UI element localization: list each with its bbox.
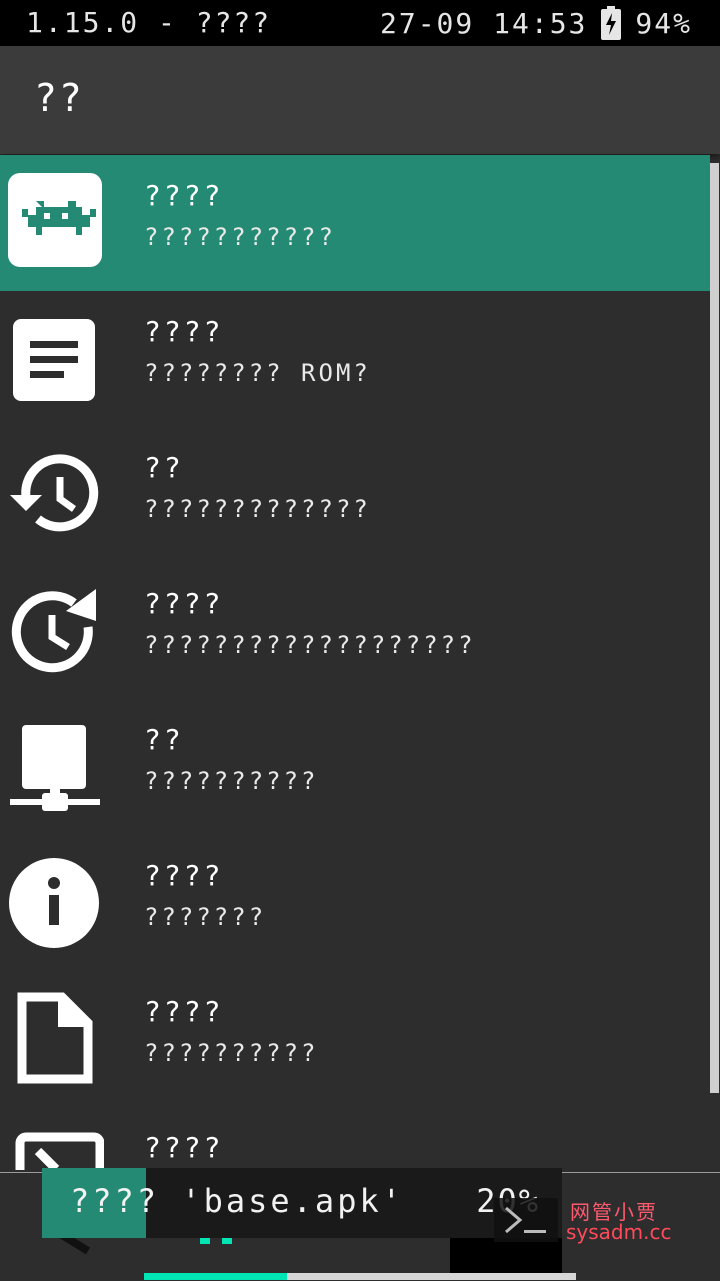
menu-item-title: ?? xyxy=(144,451,184,484)
info-icon xyxy=(9,858,99,948)
toast-message: ???? 'base.apk' xyxy=(70,1182,404,1220)
menu-item-subtitle: ?????????? xyxy=(144,767,319,795)
history-icon xyxy=(10,454,99,532)
menu-item-subtitle: ????????????? xyxy=(144,495,371,523)
retroarch-invader-icon xyxy=(8,173,102,267)
menu-item-configuration-file[interactable]: ???? ?????????? xyxy=(0,971,710,1107)
menu-item-quit[interactable]: ???? xyxy=(0,1107,710,1170)
battery-percent: 94% xyxy=(635,6,692,40)
document-lines-icon xyxy=(13,319,95,401)
menu-item-load-core[interactable]: ???? ??????????? xyxy=(0,155,710,291)
menu-item-title: ???? xyxy=(144,1131,224,1164)
scrollbar[interactable] xyxy=(710,163,719,1093)
menu-item-information[interactable]: ???? ??????? xyxy=(0,835,710,971)
menu-item-subtitle: ??????????????????? xyxy=(144,631,476,659)
menu-item-load-content[interactable]: ???? ???????? ROM? xyxy=(0,291,710,427)
exit-icon xyxy=(15,1132,104,1170)
menu-item-network[interactable]: ?? ?????????? xyxy=(0,699,710,835)
network-icon xyxy=(10,725,100,811)
header: ?? xyxy=(0,46,720,154)
clock-refresh-icon xyxy=(11,589,96,673)
menu-item-subtitle: ???????? ROM? xyxy=(144,359,371,387)
menu-item-subtitle: ??????????? xyxy=(144,223,336,251)
menu-item-title: ???? xyxy=(144,179,224,212)
datetime-label: 27-09 14:53 xyxy=(379,6,588,40)
menu-item-title: ???? xyxy=(144,587,224,620)
menu-item-title: ???? xyxy=(144,995,224,1028)
download-toast: ???? 'base.apk' 20% xyxy=(42,1168,562,1238)
progress-fill xyxy=(144,1273,287,1280)
terminal-icon xyxy=(494,1198,558,1242)
watermark-url: sysadm.cc xyxy=(566,1220,672,1244)
menu-item-title: ???? xyxy=(144,859,224,892)
menu-item-title: ?? xyxy=(144,723,184,756)
menu-item-title: ???? xyxy=(144,315,224,348)
status-bar: 1.15.0 - ???? 27-09 14:53 94% xyxy=(0,0,720,46)
menu-item-subtitle: ??????? xyxy=(144,903,267,931)
file-icon xyxy=(17,992,93,1084)
status-right: 27-09 14:53 94% xyxy=(380,6,692,40)
menu-item-recent[interactable]: ???? ??????????????????? xyxy=(0,563,710,699)
battery-charging-icon xyxy=(601,6,622,40)
menu-list: ???? ??????????? ???? ???????? ROM? ?? ?… xyxy=(0,155,720,1170)
menu-item-subtitle: ?????????? xyxy=(144,1039,319,1067)
menu-item-history[interactable]: ?? ????????????? xyxy=(0,427,710,563)
watermark: 网管小贾 sysadm.cc xyxy=(566,1196,676,1248)
page-title: ?? xyxy=(34,76,84,120)
version-label: 1.15.0 - ???? xyxy=(26,6,272,39)
